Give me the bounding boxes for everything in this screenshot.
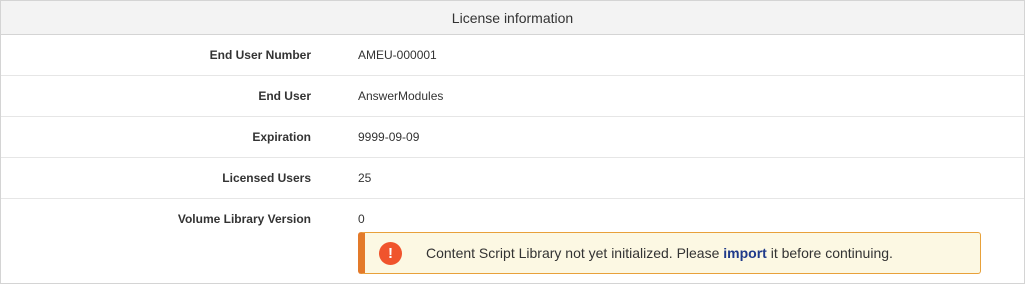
row-expiration: Expiration 9999-09-09 xyxy=(1,117,1024,158)
alert-text-before: Content Script Library not yet initializ… xyxy=(426,245,724,261)
row-label: Expiration xyxy=(252,130,311,144)
row-value: 0 xyxy=(358,212,365,226)
row-label: End User xyxy=(258,89,311,103)
row-volume-library-version: Volume Library Version 0 ! Content Scrip… xyxy=(1,199,1024,283)
row-value: 25 xyxy=(358,171,372,185)
alert-text-after: it before continuing. xyxy=(766,245,893,261)
row-end-user-number: End User Number AMEU-000001 xyxy=(1,35,1024,76)
row-label: Licensed Users xyxy=(222,171,311,185)
exclamation-icon: ! xyxy=(379,241,402,265)
import-link[interactable]: import xyxy=(723,245,767,261)
row-licensed-users: Licensed Users 25 xyxy=(1,158,1024,199)
row-value: AMEU-000001 xyxy=(358,48,437,62)
license-information-panel: License information End User Number AMEU… xyxy=(0,0,1025,284)
alert-message: Content Script Library not yet initializ… xyxy=(426,245,893,261)
row-label: Volume Library Version xyxy=(177,212,311,226)
panel-title: License information xyxy=(1,1,1024,35)
warning-alert: ! Content Script Library not yet initial… xyxy=(358,232,981,274)
row-value: AnswerModules xyxy=(358,89,444,103)
row-value: 9999-09-09 xyxy=(358,130,420,144)
row-label: End User Number xyxy=(209,48,311,62)
row-end-user: End User AnswerModules xyxy=(1,76,1024,117)
